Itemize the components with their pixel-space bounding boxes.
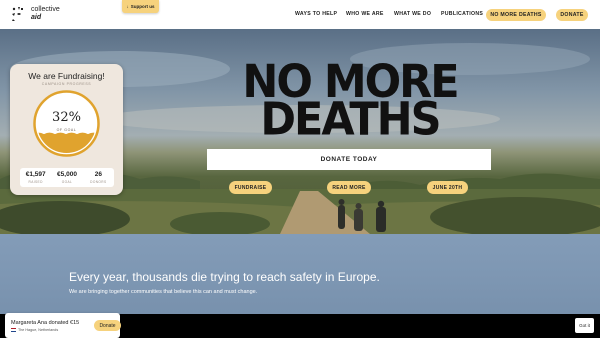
main-nav: WAYS TO HELP WHO WE ARE WHAT WE DO PUBLI… xyxy=(0,9,600,21)
fundraising-card: We are Fundraising! CAMPAIGN PROGRESS 32… xyxy=(10,64,123,195)
nav-no-more-deaths[interactable]: NO MORE DEATHS xyxy=(486,9,546,21)
toast-location: The Hague, Netherlands xyxy=(11,328,58,332)
fundraising-stats: €1,597 RAISED €5,000 GOAL 26 DONORS xyxy=(20,168,114,187)
stat-raised: €1,597 RAISED xyxy=(20,168,51,187)
toast-donate-button[interactable]: Donate xyxy=(94,320,121,331)
stat-donors: 26 DONORS xyxy=(83,168,114,187)
stat-donors-value: 26 xyxy=(94,171,102,178)
nav-ways-to-help[interactable]: WAYS TO HELP xyxy=(295,11,337,17)
fundraise-button[interactable]: FUNDRAISE xyxy=(229,181,272,194)
site-header: collective aid ↓ Support us WAYS TO HELP… xyxy=(0,0,600,29)
mission-title: Every year, thousands die trying to reac… xyxy=(69,270,380,284)
stat-goal-value: €5,000 xyxy=(57,171,77,178)
toast-donor-name: Margareta Ana donated €15 xyxy=(11,320,80,326)
mission-text: We are bringing together communities tha… xyxy=(69,289,258,295)
gauge-label: OF GOAL xyxy=(56,128,77,132)
donation-toast: Margareta Ana donated €15 The Hague, Net… xyxy=(5,313,121,338)
fundraising-subtitle: CAMPAIGN PROGRESS xyxy=(41,82,92,86)
nav-who-we-are[interactable]: WHO WE ARE xyxy=(346,11,384,17)
nav-what-we-do[interactable]: WHAT WE DO xyxy=(394,11,431,17)
stat-goal-label: GOAL xyxy=(61,180,73,184)
read-more-button[interactable]: READ MORE xyxy=(327,181,371,194)
stat-raised-value: €1,597 xyxy=(25,171,46,178)
stat-goal: €5,000 GOAL xyxy=(51,168,82,187)
stat-raised-label: RAISED xyxy=(28,180,43,184)
toast-location-text: The Hague, Netherlands xyxy=(18,328,59,332)
donate-today-button[interactable]: DONATE TODAY xyxy=(207,149,491,170)
nav-publications[interactable]: PUBLICATIONS xyxy=(441,11,483,17)
gauge-percent: 32% xyxy=(52,110,81,125)
stat-donors-label: DONORS xyxy=(90,180,107,184)
cookie-got-it-button[interactable]: Got it xyxy=(575,318,594,333)
nav-donate-button[interactable]: DONATE xyxy=(556,9,588,21)
hero-headline: NO MORE DEATHS xyxy=(205,60,495,143)
fundraising-title: We are Fundraising! xyxy=(28,71,105,81)
netherlands-flag-icon xyxy=(11,328,16,332)
june-20th-button[interactable]: JUNE 20TH xyxy=(427,181,468,194)
mission-section: Every year, thousands die trying to reac… xyxy=(0,234,600,314)
